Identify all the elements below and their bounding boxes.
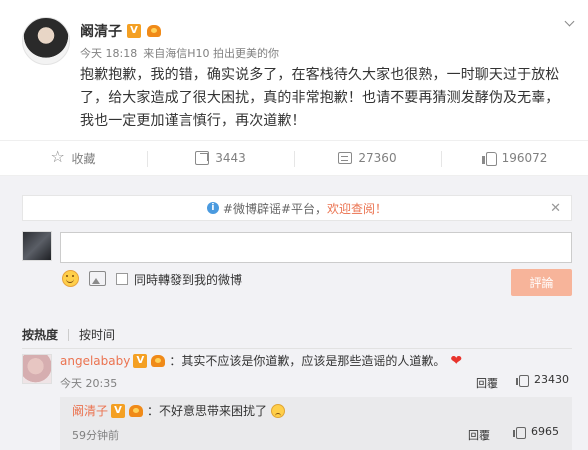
favorite-button[interactable]: 收藏 — [0, 141, 147, 175]
close-icon[interactable]: ✕ — [550, 201, 561, 216]
commenter-avatar[interactable] — [22, 354, 52, 384]
comment-button[interactable]: 27360 — [294, 141, 441, 175]
repost-button[interactable]: 3443 — [147, 141, 294, 175]
tab-sort-time[interactable]: 按时间 — [79, 326, 115, 343]
repost-count: 3443 — [215, 151, 246, 165]
comment-count: 27360 — [358, 151, 397, 165]
fan-badge-icon — [150, 354, 166, 368]
favorite-label: 收藏 — [71, 151, 96, 166]
comment-time: 今天 20:35 — [60, 377, 118, 390]
like-count: 196072 — [501, 151, 548, 165]
fan-badge-icon — [128, 404, 144, 418]
favorite-icon — [50, 147, 65, 166]
reply-time: 59分钟前 — [72, 429, 119, 442]
reply-like-count: 6965 — [531, 425, 559, 438]
submit-comment-button[interactable]: 評論 — [511, 269, 572, 296]
info-icon: i — [206, 202, 219, 214]
reply-item: 阚清子 V ：不好意思带来困扰了 — [72, 402, 286, 419]
repost-sync-label[interactable]: 同時轉發到我的微博 — [134, 271, 242, 288]
rumor-notice-bar: i #微博辟谣#平台， 欢迎查阅！ ✕ — [22, 195, 572, 221]
reply-text: ：不好意思带来困扰了 — [147, 404, 268, 418]
author-avatar[interactable] — [22, 17, 70, 65]
tab-sort-hot[interactable]: 按热度 — [22, 326, 58, 343]
comment-input[interactable] — [60, 232, 572, 263]
post-source[interactable]: 来自海信H10 拍出更美的你 — [143, 45, 279, 61]
embarrassed-emoji-icon — [271, 403, 286, 418]
post-action-bar: 收藏 3443 27360 196072 — [0, 140, 588, 176]
repost-icon — [195, 151, 210, 165]
rumor-link[interactable]: 欢迎查阅！ — [327, 200, 387, 217]
reply-reply-button[interactable]: 回覆 — [468, 427, 490, 443]
author-line: 阚清子 V — [80, 21, 162, 41]
like-icon — [481, 151, 497, 166]
replier-name[interactable]: 阚清子 — [72, 402, 108, 419]
verified-badge-icon: V — [111, 403, 126, 418]
heart-emoji-icon: ❤ — [450, 352, 463, 369]
commenter-name[interactable]: angelababy — [60, 354, 130, 368]
comment-section: i #微博辟谣#平台， 欢迎查阅！ ✕ 同時轉發到我的微博 評論 按热度 按时间… — [0, 176, 588, 450]
comment-sort-tabs: 按热度 按时间 — [22, 326, 115, 343]
reply-thread: 阚清子 V ：不好意思带来困扰了 59分钟前 回覆 6965 — [60, 397, 572, 450]
verified-badge-icon: V — [133, 353, 148, 368]
post-meta: 今天 18:18 来自海信H10 拍出更美的你 — [80, 45, 279, 61]
fan-badge-icon — [146, 24, 162, 38]
divider — [22, 348, 572, 349]
post-time[interactable]: 今天 18:18 — [80, 45, 137, 61]
comment-like-button[interactable]: 23430 — [516, 373, 569, 387]
emoji-icon[interactable] — [62, 270, 79, 287]
reply-like-button[interactable]: 6965 — [513, 425, 559, 439]
like-icon — [513, 426, 526, 439]
author-name[interactable]: 阚清子 — [80, 21, 122, 41]
comment-item: angelababy V ：其实不应该是你道歉，应该是那些造谣的人道歉。 ❤ — [60, 352, 462, 369]
verified-badge-icon: V — [127, 24, 141, 38]
comment-text: ：其实不应该是你道歉，应该是那些造谣的人道歉。 — [169, 354, 446, 368]
post-text: 抱歉抱歉，我的错，确实说多了，在客栈待久大家也很熟，一时聊天过于放松了，给大家造… — [80, 67, 560, 129]
more-chevron-icon[interactable] — [564, 18, 576, 28]
weibo-post-card: 阚清子 V 今天 18:18 来自海信H10 拍出更美的你 抱歉抱歉，我的错，确… — [0, 0, 588, 450]
comment-icon — [338, 152, 353, 164]
current-user-avatar — [22, 231, 52, 261]
comment-reply-button[interactable]: 回覆 — [476, 375, 498, 391]
repost-sync-checkbox[interactable] — [116, 273, 128, 285]
tab-divider — [68, 328, 70, 341]
image-icon[interactable] — [89, 271, 106, 286]
rumor-text: #微博辟谣#平台， — [222, 201, 328, 216]
comment-like-count: 23430 — [534, 373, 569, 386]
like-icon — [516, 374, 529, 387]
like-button[interactable]: 196072 — [441, 141, 588, 175]
